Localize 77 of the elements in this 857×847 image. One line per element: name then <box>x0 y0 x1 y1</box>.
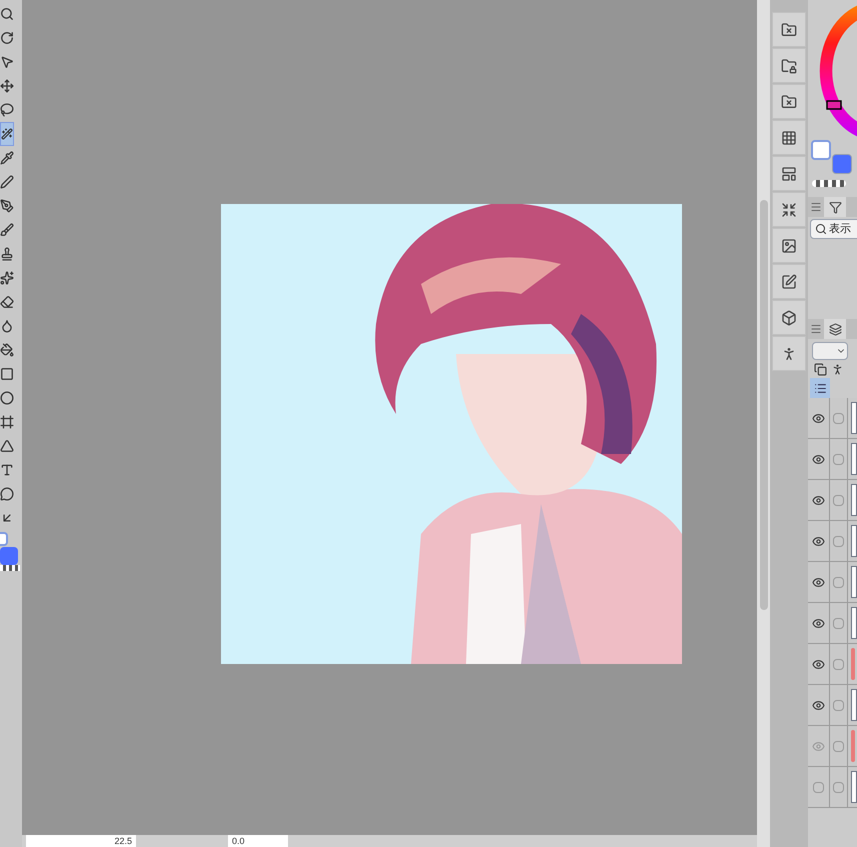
layer-row[interactable] <box>808 603 857 644</box>
eye-icon[interactable] <box>812 534 825 548</box>
lock-checkbox[interactable] <box>833 454 844 464</box>
menu-icon[interactable] <box>810 201 822 213</box>
layer-filter-tab[interactable] <box>824 197 846 217</box>
layer-row[interactable] <box>808 685 857 726</box>
layers-icon <box>828 322 842 336</box>
layer-row[interactable] <box>808 398 857 439</box>
layer-row[interactable] <box>808 562 857 603</box>
layer-thumbnail <box>851 566 857 598</box>
search-field[interactable]: 表示 <box>810 219 857 239</box>
eye-icon[interactable] <box>812 658 825 670</box>
eye-icon[interactable] <box>812 452 825 466</box>
layer-row[interactable] <box>808 480 857 521</box>
eye-icon[interactable] <box>812 576 825 588</box>
lock-checkbox[interactable] <box>833 618 844 628</box>
folder-x-icon-button[interactable] <box>772 12 806 47</box>
image-icon-button[interactable] <box>772 228 806 263</box>
layout-icon-button[interactable] <box>772 156 806 191</box>
list-icon <box>814 382 826 394</box>
lock-checkbox[interactable] <box>833 576 844 588</box>
layer-row[interactable] <box>808 439 857 480</box>
lock-checkbox[interactable] <box>833 658 844 670</box>
layer-thumbnail <box>851 402 857 434</box>
grid-icon <box>781 130 797 146</box>
sub-color-swatch[interactable] <box>832 154 852 174</box>
lock-checkbox[interactable] <box>833 700 844 710</box>
edit-icon <box>781 274 797 290</box>
lock-checkbox[interactable] <box>833 740 844 752</box>
visibility-checkbox[interactable] <box>813 782 824 792</box>
eye-icon[interactable] <box>812 698 825 712</box>
layer-thumbnail <box>851 525 857 557</box>
person-icon-button[interactable] <box>772 336 806 371</box>
grid-icon-button[interactable] <box>772 120 806 155</box>
zoom-field[interactable]: 22.5 <box>26 835 136 847</box>
layer-row[interactable] <box>808 521 857 562</box>
shrink-icon-button[interactable] <box>772 192 806 227</box>
layout-icon <box>781 166 797 182</box>
main-color-swatch[interactable] <box>811 140 831 160</box>
image-icon <box>781 238 797 254</box>
lock-checkbox[interactable] <box>833 536 844 546</box>
vertical-scrollbar[interactable] <box>757 0 770 847</box>
shrink-icon <box>781 202 797 218</box>
folder-x-icon <box>781 22 797 38</box>
layer-thumbnail <box>851 607 857 639</box>
transparent-swatch[interactable] <box>812 180 846 187</box>
layers-tab[interactable] <box>824 319 846 339</box>
figure-icon[interactable] <box>831 363 844 376</box>
transparent-swatch[interactable] <box>0 565 20 571</box>
lock-checkbox[interactable] <box>833 494 844 506</box>
cube-icon-button[interactable] <box>772 300 806 335</box>
layer-thumbnail <box>851 771 857 803</box>
layer-thumbnail <box>851 484 857 516</box>
layer-thumbnail <box>851 689 857 721</box>
main-color-swatch[interactable] <box>0 532 8 546</box>
search-text: 表示 <box>829 222 851 237</box>
eye-icon[interactable] <box>812 494 825 506</box>
sub-color-swatch[interactable] <box>0 547 18 565</box>
filter-icon <box>828 200 842 214</box>
folder-x-icon <box>781 94 797 110</box>
menu-icon[interactable] <box>810 323 822 335</box>
layer-thumbnail <box>851 443 857 475</box>
angle-field[interactable]: 0.0 <box>228 835 288 847</box>
eye-icon[interactable] <box>812 616 825 630</box>
search-icon <box>815 223 827 235</box>
copy-icon[interactable] <box>814 363 827 376</box>
lock-checkbox[interactable] <box>833 412 844 424</box>
lock-checkbox[interactable] <box>833 782 844 792</box>
wand-icon[interactable] <box>0 122 14 146</box>
edit-icon-button[interactable] <box>772 264 806 299</box>
folder-lock-icon <box>781 58 797 74</box>
layer-row[interactable] <box>808 767 857 808</box>
folder-x-icon-button[interactable] <box>772 84 806 119</box>
eye-icon[interactable] <box>812 412 825 424</box>
folder-lock-icon-button[interactable] <box>772 48 806 83</box>
list-view-button[interactable] <box>810 378 830 398</box>
cube-icon <box>781 310 797 326</box>
